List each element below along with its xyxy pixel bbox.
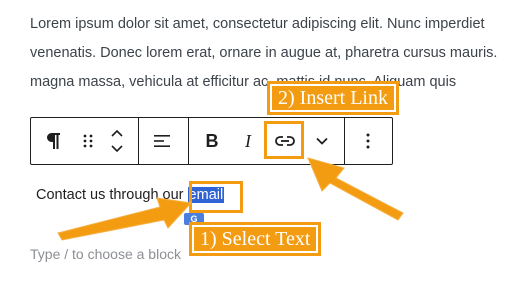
arrow-to-link [307,157,404,221]
arrow-to-selection [57,197,193,241]
annotation-arrows [57,157,404,241]
